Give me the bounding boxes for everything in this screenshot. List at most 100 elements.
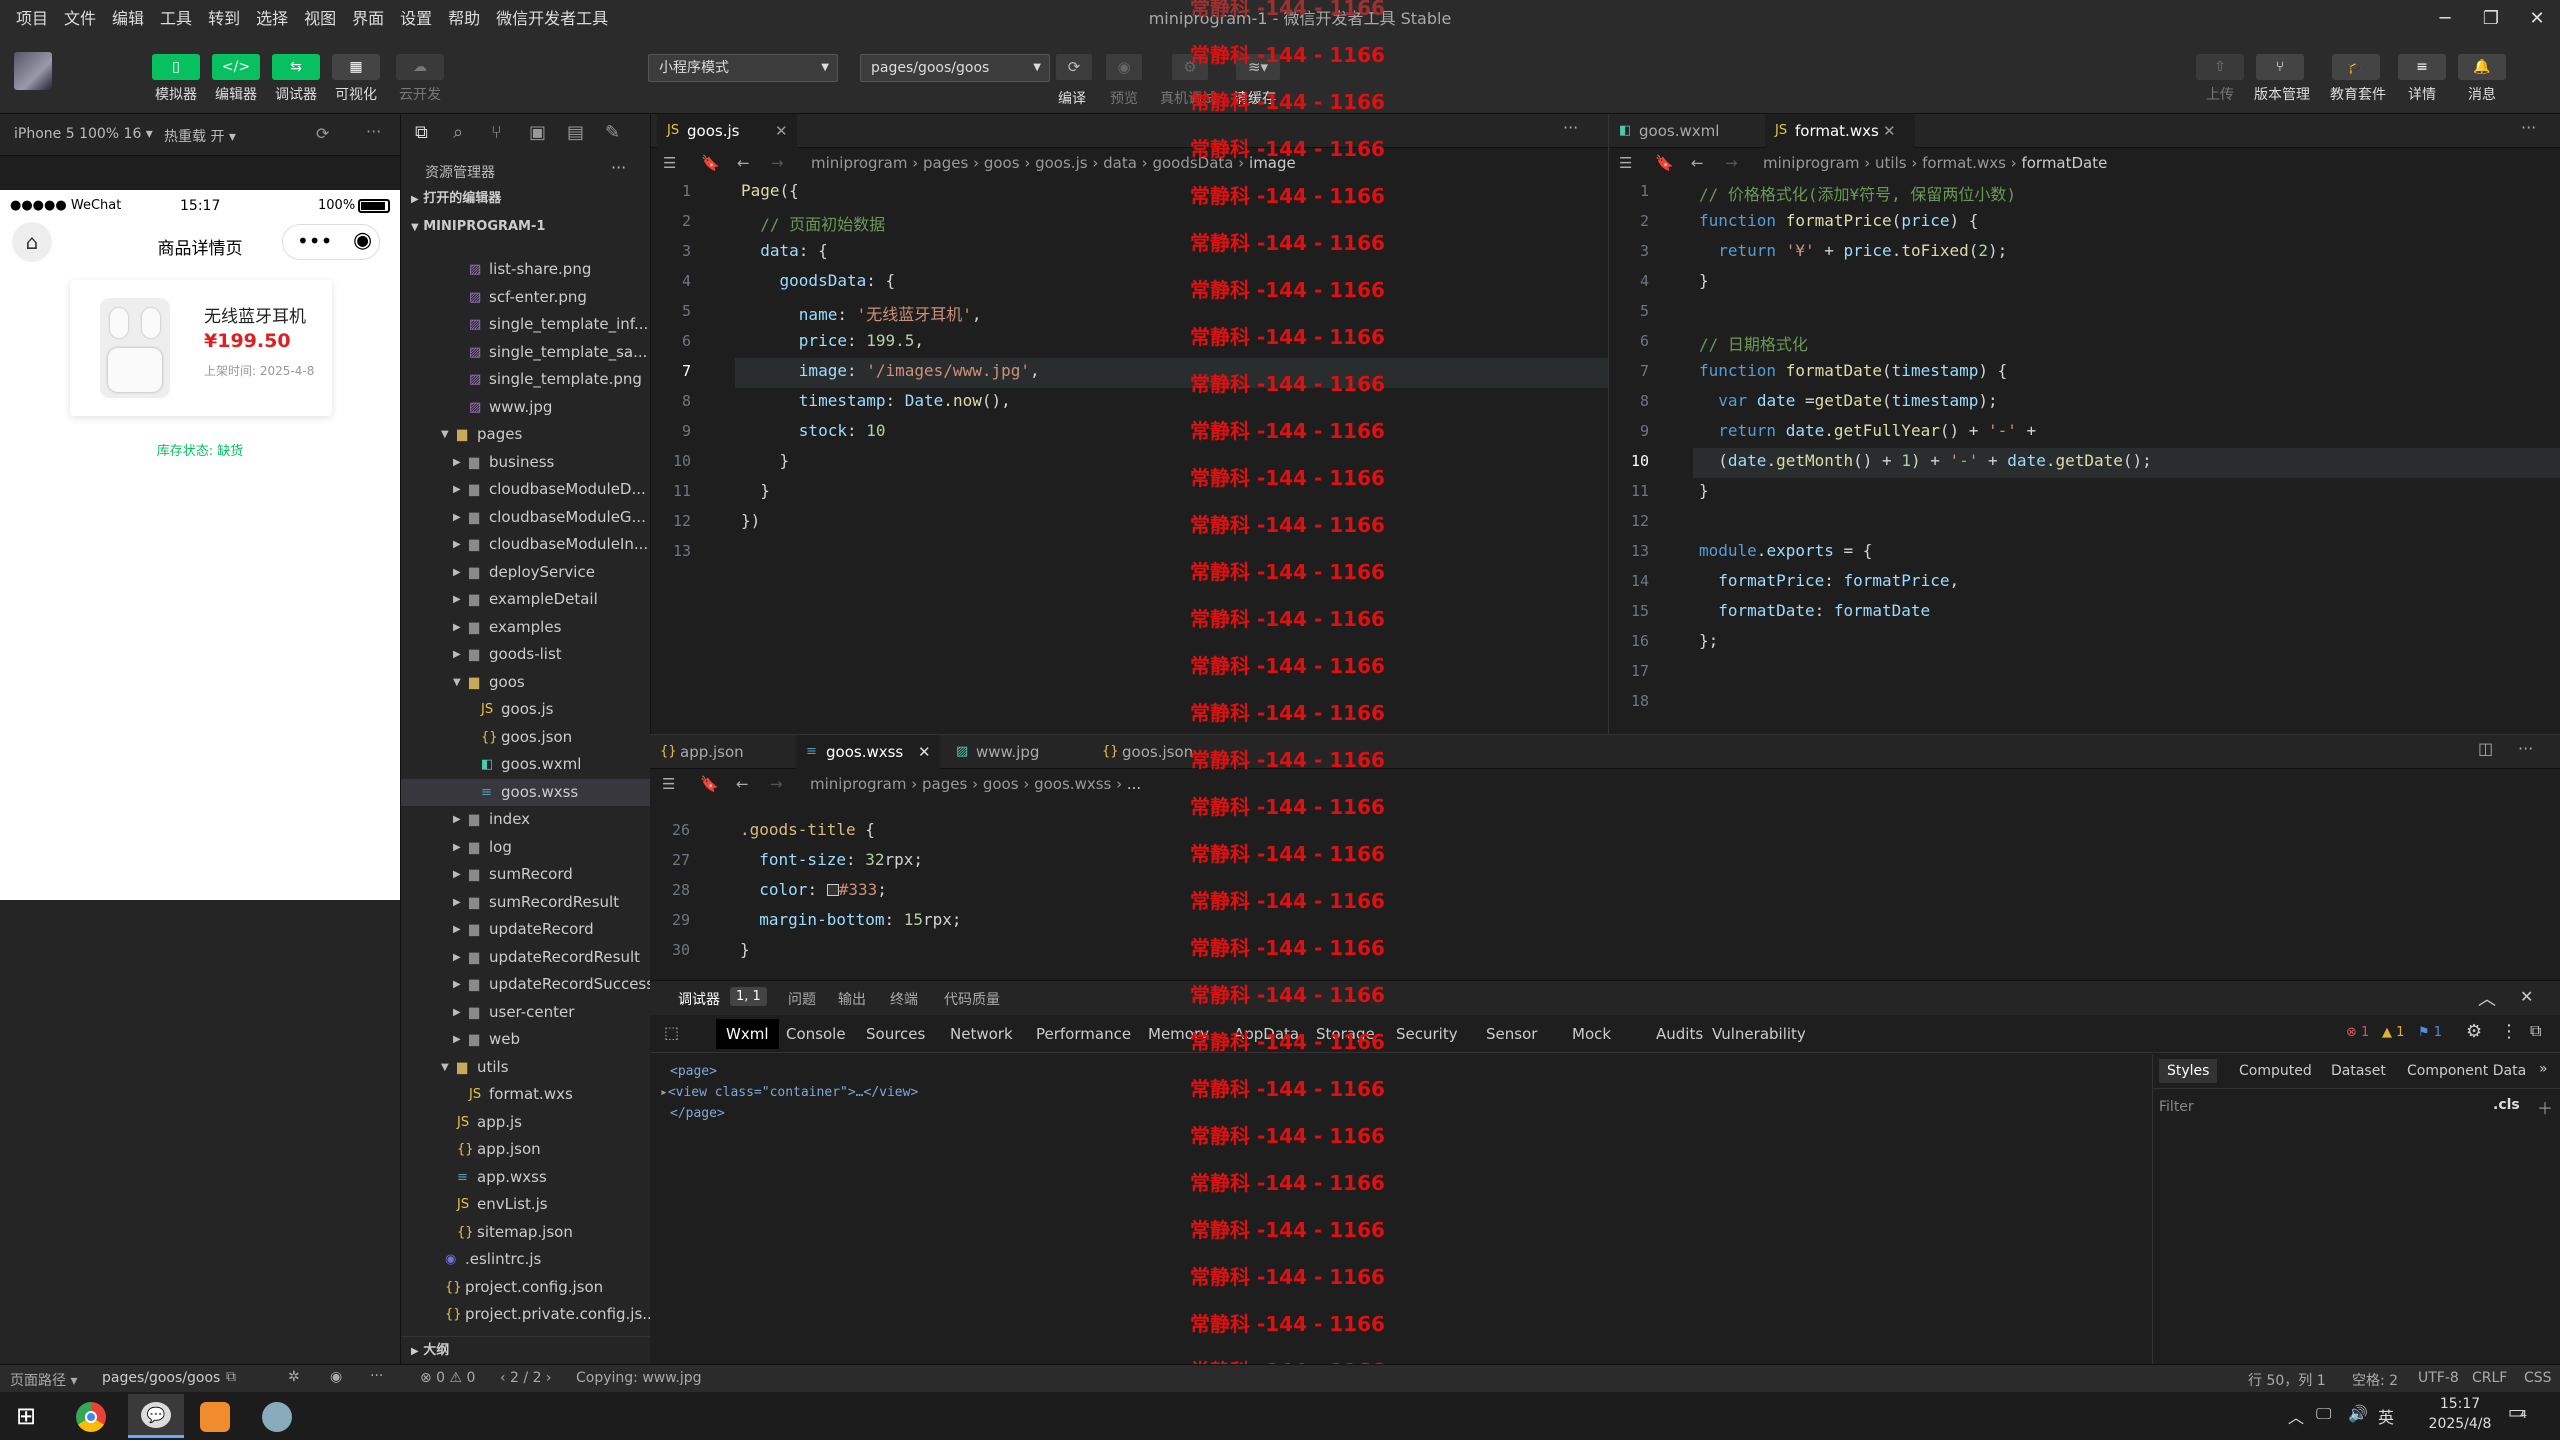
tab-goos-wxml[interactable]: ◧ goos.wxml (1609, 114, 1759, 148)
tree-item[interactable]: ◉ .eslintrc.js (401, 1246, 651, 1273)
code-line[interactable]: // 页面初始数据 (741, 211, 885, 235)
forward-arrow-icon[interactable]: → (1725, 148, 1738, 178)
code-line[interactable]: stock: 10 (741, 421, 886, 440)
tree-item[interactable]: ▼ ▆ pages (401, 421, 651, 448)
breadcrumb-item[interactable]: data (1103, 154, 1137, 172)
code-line[interactable]: return date.getFullYear() + '-' + (1699, 421, 2036, 440)
code-line[interactable]: } (1699, 271, 1709, 290)
bookmark-icon[interactable]: 🔖 (1655, 148, 1674, 178)
more-icon[interactable]: ··· (2518, 739, 2533, 758)
close-tab-icon[interactable]: ✕ (775, 114, 788, 148)
tree-item[interactable]: ▨ www.jpg (401, 394, 651, 421)
tree-item[interactable]: ◧ goos.wxml (401, 751, 651, 778)
tab-format-wxs[interactable]: JS format.wxs ✕ (1765, 114, 1915, 148)
devtools-tab[interactable]: Mock (1572, 1019, 1611, 1049)
breadcrumb-item[interactable]: goos (983, 775, 1019, 793)
tree-item[interactable]: {} project.config.json (401, 1274, 651, 1301)
wechat-devtools-taskbar-item[interactable]: 💬 (128, 1394, 184, 1438)
mode-select[interactable]: 小程序模式 ▼ (648, 54, 838, 82)
code-line[interactable]: function formatPrice(price) { (1699, 211, 1978, 230)
devtools-tab[interactable]: Wxml (716, 1019, 779, 1049)
code-line[interactable]: module.exports = { (1699, 541, 1872, 560)
code-line[interactable]: name: '无线蓝牙耳机', (741, 301, 982, 325)
bookmark-icon[interactable]: 🔖 (701, 148, 720, 178)
close-icon[interactable]: ✕ (2520, 987, 2533, 1006)
code-line[interactable]: price: 199.5, (741, 331, 924, 350)
breadcrumb-item[interactable]: utils (1875, 154, 1907, 172)
breadcrumb-item[interactable]: formatDate (2021, 154, 2107, 172)
code-line[interactable]: } (1699, 481, 1709, 500)
tree-item[interactable]: {} app.json (401, 1136, 651, 1163)
devtools-tab[interactable]: Sensor (1486, 1019, 1537, 1049)
outline-section[interactable]: ▶ 大纲 (401, 1336, 651, 1364)
code-line[interactable]: var date =getDate(timestamp); (1699, 391, 1997, 410)
menu-item[interactable]: 设置 (392, 0, 440, 38)
tree-item[interactable]: ▶ ▆ deployService (401, 559, 651, 586)
more-icon[interactable]: ··· (611, 158, 626, 177)
code-line[interactable]: formatPrice: formatPrice, (1699, 571, 1959, 590)
dom-node-page[interactable]: <page> (670, 1061, 918, 1082)
tab-goos-js[interactable]: JS goos.js ✕ (657, 114, 797, 148)
close-target-icon[interactable]: ◉ (353, 228, 372, 253)
tab-styles[interactable]: Styles (2159, 1059, 2218, 1083)
chevron-up-icon[interactable]: ︿ (2478, 985, 2496, 1011)
more-icon[interactable]: ··· (1563, 118, 1578, 137)
more-icon[interactable]: ··· (370, 1368, 383, 1384)
forward-arrow-icon[interactable]: → (771, 148, 784, 178)
tab-terminal[interactable]: 终端 (890, 989, 918, 1009)
breadcrumb-item[interactable]: pages (922, 775, 967, 793)
code-line[interactable]: function formatDate(timestamp) { (1699, 361, 2007, 380)
breadcrumb-item[interactable]: goos (984, 154, 1020, 172)
cls-toggle[interactable]: .cls (2493, 1097, 2520, 1113)
code-line[interactable]: } (740, 940, 750, 959)
tree-item[interactable]: JS app.js (401, 1109, 651, 1136)
breadcrumb-item[interactable]: miniprogram (810, 775, 906, 793)
devtools-tab[interactable]: Audits (1656, 1019, 1703, 1049)
copy-icon[interactable]: ⧉ (226, 1369, 236, 1385)
tree-item[interactable]: ▶ ▆ index (401, 806, 651, 833)
menu-item[interactable]: 微信开发者工具 (488, 0, 616, 38)
menu-item[interactable]: 编辑 (104, 0, 152, 38)
brush-icon[interactable]: ✎ (605, 122, 620, 143)
tree-item[interactable]: ▶ ▆ business (401, 449, 651, 476)
tree-item[interactable]: ▼ ▆ goos (401, 669, 651, 696)
triangle-right-icon[interactable]: ▸ (660, 1085, 668, 1100)
simulator-button[interactable]: ▯ 模拟器 (150, 54, 202, 104)
git-icon[interactable]: ⑂ (491, 122, 502, 143)
devtools-tab[interactable]: Sources (866, 1019, 925, 1049)
tree-item[interactable]: ▶ ▆ web (401, 1026, 651, 1053)
tree-item[interactable]: ▶ ▆ cloudbaseModuleD... (401, 476, 651, 503)
tree-item[interactable]: ▨ single_template_inf... (401, 311, 651, 338)
tree-item[interactable]: ▨ single_template_sa... (401, 339, 651, 366)
tab-computed[interactable]: Computed (2239, 1063, 2312, 1079)
tree-item[interactable]: ▶ ▆ exampleDetail (401, 586, 651, 613)
clock-time[interactable]: 15:17 (2420, 1396, 2500, 1412)
code-line[interactable]: } (741, 451, 790, 470)
code-line[interactable]: // 价格格式化(添加¥符号, 保留两位小数) (1699, 181, 2016, 205)
tree-item[interactable]: ▶ ▆ cloudbaseModuleG... (401, 504, 651, 531)
indent-setting[interactable]: 空格: 2 (2352, 1370, 2398, 1390)
styles-filter[interactable]: Filter (2159, 1095, 2459, 1119)
menu-item[interactable]: 项目 (8, 0, 56, 38)
menu-item[interactable]: 转到 (200, 0, 248, 38)
code-line[interactable]: } (741, 481, 770, 500)
code-line[interactable]: return '¥' + price.toFixed(2); (1699, 241, 2007, 260)
back-arrow-icon[interactable]: ← (1691, 148, 1704, 178)
menu-item[interactable]: 选择 (248, 0, 296, 38)
tree-item[interactable]: ▶ ▆ sumRecordResult (401, 889, 651, 916)
minimize-button[interactable]: ─ (2422, 0, 2468, 38)
encoding[interactable]: UTF-8 (2418, 1370, 2459, 1386)
upload-button[interactable]: ⇧ 上传 (2194, 54, 2246, 104)
back-arrow-icon[interactable]: ← (736, 769, 749, 799)
tree-item[interactable]: ▶ ▆ goods-list (401, 641, 651, 668)
code-line[interactable]: font-size: 32rpx; (740, 850, 923, 869)
breadcrumb-item[interactable]: format.wxs (1922, 154, 2006, 172)
visual-button[interactable]: ▦ 可视化 (330, 54, 382, 104)
breadcrumb-item[interactable]: miniprogram (1763, 154, 1859, 172)
education-button[interactable]: 🎓 教育套件 (2330, 54, 2386, 104)
list-icon[interactable]: ☰ (1619, 148, 1632, 178)
code-area[interactable]: 1 // 价格格式化(添加¥符号, 保留两位小数) 2 function format… (1609, 178, 2560, 734)
goods-card[interactable]: 无线蓝牙耳机 ¥199.50 上架时间: 2025-4-8 (70, 280, 332, 416)
chrome-icon[interactable] (76, 1402, 106, 1432)
tree-item[interactable]: ▨ single_template.png (401, 366, 651, 393)
